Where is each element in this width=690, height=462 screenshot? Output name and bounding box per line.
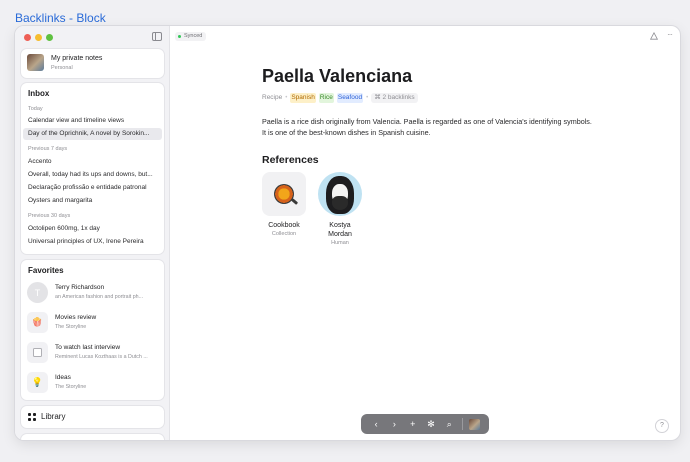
sidebar: My private notes Personal Inbox Today Ca…	[15, 26, 170, 440]
inbox-section: Inbox Today Calendar view and timeline v…	[21, 83, 164, 254]
backlinks-icon: ⌘	[374, 93, 383, 101]
minimize-window-button[interactable]	[35, 34, 42, 41]
inbox-title: Inbox	[28, 89, 50, 98]
tag-rice[interactable]: Rice	[318, 92, 334, 103]
editor-area: Synced ··· Paella Valenciana Recipe • Sp…	[171, 26, 680, 440]
sidebar-card	[21, 434, 164, 440]
favorite-subtitle: The Storyline	[55, 324, 87, 330]
back-arrow-icon[interactable]: ‹	[370, 419, 382, 429]
sync-status-badge: Synced	[175, 32, 207, 41]
toolbar-divider	[461, 418, 463, 430]
portrait-avatar	[318, 172, 362, 216]
favorites-section: Favorites T Terry Richardson an American…	[21, 260, 164, 400]
popcorn-icon: 🍿	[27, 312, 48, 333]
favorite-title: Terry Richardson	[55, 284, 105, 291]
app-window: My private notes Personal Inbox Today Ca…	[15, 26, 680, 440]
account-name: My private notes	[51, 55, 103, 62]
inbox-item[interactable]: Octolipen 600mg, 1x day	[23, 223, 162, 235]
account-avatar	[27, 54, 44, 71]
library-icon	[28, 413, 36, 421]
reference-name: Cookbook	[268, 222, 300, 229]
library-label: Library	[41, 412, 66, 421]
page-title: Backlinks - Block	[15, 11, 106, 25]
tag-spanish[interactable]: Spanish	[290, 92, 316, 103]
add-icon[interactable]: +	[407, 419, 419, 429]
lightbulb-icon: 💡	[27, 372, 48, 393]
favorite-subtitle: The Storyline	[55, 384, 87, 390]
favorite-item[interactable]: T Terry Richardson an American fashion a…	[27, 282, 161, 306]
favorite-title: Ideas	[55, 374, 71, 381]
checkbox-icon	[27, 342, 48, 363]
favorite-item[interactable]: 💡 Ideas The Storyline	[27, 372, 161, 396]
document-type[interactable]: Recipe	[262, 94, 282, 101]
favorite-title: To watch last interview	[55, 344, 121, 351]
inbox-item[interactable]: Overall, today had its ups and downs, bu…	[23, 169, 162, 181]
person-avatar-icon: T	[27, 282, 48, 303]
document-body[interactable]: Paella is a rice dish originally from Va…	[262, 116, 592, 138]
window-controls	[24, 34, 53, 41]
inbox-group-label: Previous 30 days	[28, 213, 71, 219]
zoom-window-button[interactable]	[46, 34, 53, 41]
favorite-subtitle: an American fashion and portrait ph...	[55, 294, 144, 300]
inbox-item[interactable]: Accento	[23, 156, 162, 168]
favorite-title: Movies review	[55, 314, 97, 321]
document-meta: Recipe • Spanish Rice Seafood • ⌘ 2 back…	[262, 92, 418, 103]
reference-type: Human	[331, 240, 349, 246]
document-title[interactable]: Paella Valenciana	[262, 66, 412, 87]
meta-separator: •	[366, 94, 369, 101]
inbox-item[interactable]: Calendar view and timeline views	[23, 115, 162, 127]
inbox-item[interactable]: Declaração profissão e entidade patronal	[23, 182, 162, 194]
reference-card-cookbook[interactable]: Cookbook Collection	[257, 172, 311, 237]
help-button[interactable]: ?	[655, 419, 669, 433]
sidebar-toggle-icon[interactable]	[152, 32, 162, 41]
bottom-toolbar: ‹ › + ✻ ⌕	[361, 414, 489, 434]
reference-card-kostya[interactable]: Kostya Mordan Human	[313, 172, 367, 246]
paella-pan-icon	[262, 172, 306, 216]
tag-seafood[interactable]: Seafood	[336, 92, 364, 103]
account-switcher[interactable]: My private notes Personal	[21, 49, 164, 78]
inbox-group-label: Previous 7 days	[28, 146, 68, 152]
search-icon[interactable]: ⌕	[443, 419, 455, 429]
inbox-item[interactable]: Oysters and margarita	[23, 195, 162, 207]
meta-separator: •	[285, 94, 288, 101]
account-subtitle: Personal	[51, 65, 73, 71]
backlinks-count: 2 backlinks	[382, 93, 415, 101]
reference-type: Collection	[271, 231, 297, 237]
warning-icon[interactable]	[650, 32, 658, 40]
toolbar-avatar[interactable]	[468, 418, 480, 430]
reference-name: Kostya Mordan	[328, 222, 352, 238]
inbox-item[interactable]: Universal principles of UX, Irene Pereir…	[23, 236, 162, 248]
favorite-item[interactable]: To watch last interview Reminent Lucas K…	[27, 342, 161, 366]
inbox-group-label: Today	[28, 106, 43, 112]
favorites-title: Favorites	[28, 266, 64, 275]
references-heading: References	[262, 154, 319, 166]
favorite-item[interactable]: 🍿 Movies review The Storyline	[27, 312, 161, 336]
close-window-button[interactable]	[24, 34, 31, 41]
backlinks-badge[interactable]: ⌘ 2 backlinks	[371, 92, 418, 103]
inbox-item-selected[interactable]: Day of the Oprichnik, A novel by Sorokin…	[23, 128, 162, 140]
more-options-icon[interactable]: ···	[667, 30, 673, 39]
favorite-subtitle: Reminent Lucas Kozthaas is a Dutch ...	[55, 354, 148, 360]
forward-arrow-icon[interactable]: ›	[388, 419, 400, 429]
library-button[interactable]: Library	[21, 406, 164, 428]
graph-icon[interactable]: ✻	[425, 419, 437, 429]
